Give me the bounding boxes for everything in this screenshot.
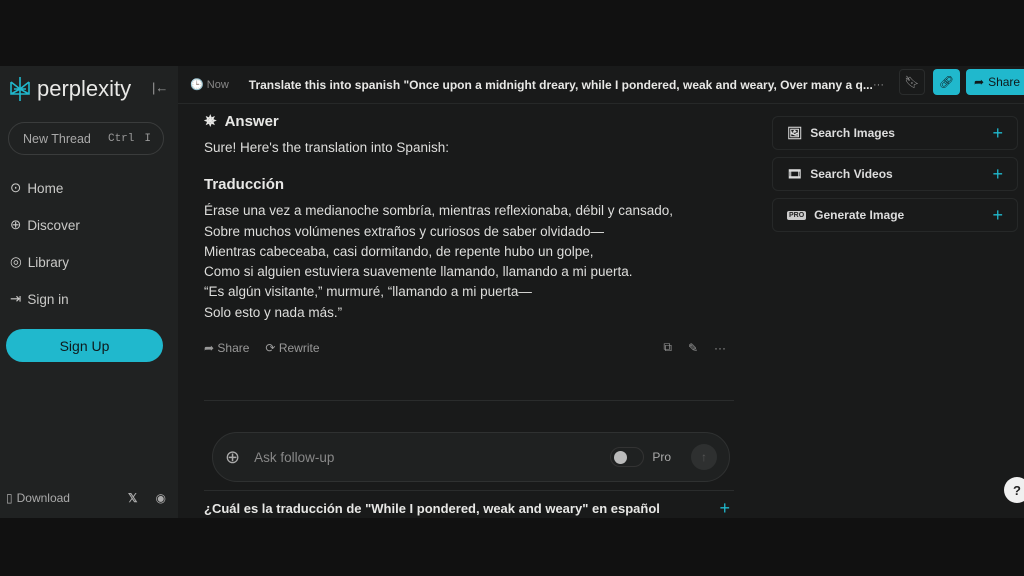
pro-label: Pro [652,450,671,464]
shortcut: Ctrl I [107,132,151,145]
answer-icon: ✵ [204,113,217,130]
timestamp: 🕒 Now [190,79,229,91]
sign-up-button[interactable]: Sign Up [6,329,163,362]
more-icon[interactable]: ··· [714,341,726,355]
globe-icon: ⊕ [10,217,22,232]
sidebar-footer: ▯ Download 𝕏 ◉ [0,478,178,518]
search-videos-button[interactable]: 🎞︎ Search Videos + [772,157,1018,191]
answer-actions: ➦ Share ⟳ Rewrite ⧉ ✎ ··· [204,340,734,355]
follow-up-input[interactable]: ⊕ Ask follow-up Pro ↑ [212,432,730,482]
image-icon: 🖼︎ [787,126,803,140]
x-icon[interactable]: 𝕏 [128,491,138,505]
share-icon: ➦ [974,75,985,89]
related-item[interactable]: ¿Cuál es la traducción de "While I ponde… [204,490,734,518]
submit-button[interactable]: ↑ [691,444,717,470]
film-icon: 🎞︎ [787,167,803,181]
answer-heading: ✵ Answer [204,112,279,131]
plus-icon: + [992,122,1003,143]
bookmark-button[interactable]: 🔖︎ [899,69,925,95]
translation: Érase una vez a medianoche sombría, mien… [204,201,734,323]
search-images-button[interactable]: 🖼︎ Search Images + [772,116,1018,150]
attach-icon[interactable]: ⊕ [225,447,240,468]
more-icon[interactable]: ··· [873,79,884,91]
thread-title: Translate this into spanish "Once upon a… [248,77,873,92]
plus-icon: + [992,204,1003,225]
translation-line: Érase una vez a medianoche sombría, mien… [204,203,674,219]
sidebar-item-discover[interactable]: ⊕ Discover [10,217,80,233]
plus-icon: + [992,163,1003,184]
translation-line: Solo esto y nada más.” [204,304,343,320]
copy-icon[interactable]: ⧉ [663,340,672,355]
share-answer-button[interactable]: ➦ Share [204,341,249,355]
plus-icon[interactable]: + [719,498,730,518]
rewrite-button[interactable]: ⟳ Rewrite [265,341,319,355]
translation-line: Mientras cabeceaba, casi dormitando, de … [204,243,594,259]
new-thread-button[interactable]: New Thread Ctrl I [8,122,164,155]
translation-line: Como si alguien estuviera suavemente lla… [204,264,633,280]
sidebar-item-sign-in[interactable]: ⇥ Sign in [10,291,69,307]
answer-section: ✵ Answer Sure! Here's the translation int… [204,112,734,355]
pro-toggle[interactable] [610,447,645,467]
toggle-knob [614,451,628,464]
divider [204,400,734,401]
translation-line: “Es algún visitante,” murmuré, “llamando… [204,284,532,300]
edit-icon[interactable]: ✎ [688,341,698,355]
generate-image-button[interactable]: PRO Generate Image + [772,198,1018,232]
device-icon: ▯ [6,491,13,505]
answer-subheading: Traducción [204,176,285,194]
download-link[interactable]: Download [17,491,70,505]
library-icon: ◎ [10,254,22,269]
sidebar: perplexity |← New Thread Ctrl I ⊙ Home ⊕ Di… [0,66,178,518]
perplexity-logo-icon [10,77,30,101]
right-panel: 🖼︎ Search Images + 🎞︎ Search Videos + PRO Gen… [772,116,1018,239]
share-button[interactable]: ➦ Share [966,69,1024,95]
collapse-sidebar-icon[interactable]: |← [152,80,168,95]
search-icon: ⊙ [10,180,22,195]
sidebar-item-library[interactable]: ◎ Library [10,254,69,270]
sidebar-item-home[interactable]: ⊙ Home [10,180,63,196]
logo[interactable]: perplexity [8,76,131,102]
answer-intro: Sure! Here's the translation into Spanis… [204,140,449,155]
sign-in-icon: ⇥ [10,291,22,306]
discord-icon[interactable]: ◉ [156,491,166,505]
copy-link-button[interactable]: 🔗︎ [933,69,960,95]
help-button[interactable]: ? [1004,477,1024,503]
app: perplexity |← New Thread Ctrl I ⊙ Home ⊕ Di… [0,66,1024,518]
top-bar: 🕒 Now Translate this into spanish "Once … [178,66,1024,104]
translation-line: Sobre muchos volúmenes extraños y curios… [204,223,604,239]
pro-badge-icon: PRO [787,210,807,220]
